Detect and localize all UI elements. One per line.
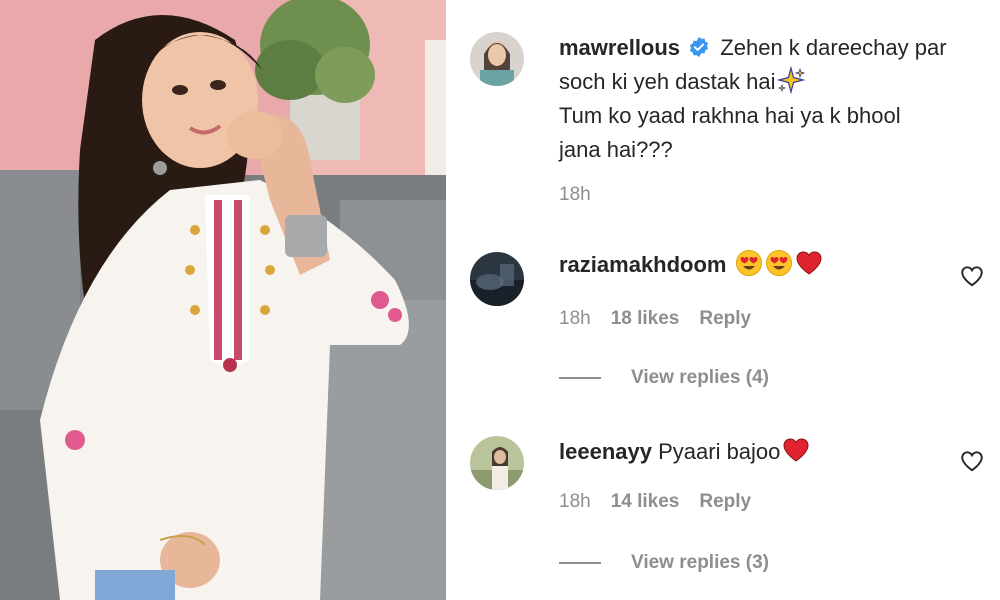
comment-1-view-replies[interactable]: View replies (4) [559,367,769,389]
verified-badge-icon [690,36,709,58]
caption-text-1: Zehen k dareechay par [720,35,947,60]
view-replies-label[interactable]: View replies (4) [631,367,769,389]
caption-line-1: mawrellous Zehen k dareechay par [559,31,999,65]
caption-avatar[interactable] [470,32,524,86]
heart-eyes-emoji [765,250,792,276]
comment-1: raziamakhdoom [559,248,823,282]
caption: mawrellous Zehen k dareechay par soch ki… [559,31,999,167]
caption-text-2: soch ki yeh dastak hai [559,69,776,94]
caption-line-4: jana hai??? [559,137,673,162]
caption-username[interactable]: mawrellous [559,35,680,60]
post-photo-illustration [0,0,446,600]
avatar-image [470,32,524,86]
reply-button[interactable]: Reply [699,308,751,330]
caption-meta: 18h [559,184,591,206]
red-heart-emoji [796,251,822,275]
sparkles-icon [777,66,806,94]
comment-time[interactable]: 18h [559,308,591,330]
comment-likes[interactable]: 18 likes [611,308,680,330]
comment-likes[interactable]: 14 likes [611,491,680,513]
post-photo[interactable] [0,0,446,600]
comment-text: Pyaari bajoo [658,439,781,464]
heart-eyes-emoji [735,250,762,276]
comment-username[interactable]: leeenayy [559,439,652,464]
avatar-image [470,436,524,490]
comment-username[interactable]: raziamakhdoom [559,252,727,277]
caption-line-2: soch ki yeh dastak hai [559,65,999,99]
comment-2-avatar[interactable] [470,436,524,490]
comment-2: leeenayy Pyaari bajoo [559,435,810,469]
avatar-image [470,252,524,306]
caption-line-3: Tum ko yaad rakhna hai ya k bhool [559,103,901,128]
comment-2-meta: 18h 14 likes Reply [559,491,751,513]
replies-divider [559,562,601,564]
view-replies-label[interactable]: View replies (3) [631,552,769,574]
comment-1-meta: 18h 18 likes Reply [559,308,751,330]
like-comment-1-heart-icon[interactable] [959,263,985,289]
caption-time[interactable]: 18h [559,184,591,206]
like-comment-2-heart-icon[interactable] [959,448,985,474]
reply-button[interactable]: Reply [699,491,751,513]
comment-time[interactable]: 18h [559,491,591,513]
replies-divider [559,377,601,379]
comment-2-view-replies[interactable]: View replies (3) [559,552,769,574]
comment-1-avatar[interactable] [470,252,524,306]
red-heart-emoji [783,438,809,462]
comments-panel: mawrellous Zehen k dareechay par soch ki… [446,0,1000,600]
